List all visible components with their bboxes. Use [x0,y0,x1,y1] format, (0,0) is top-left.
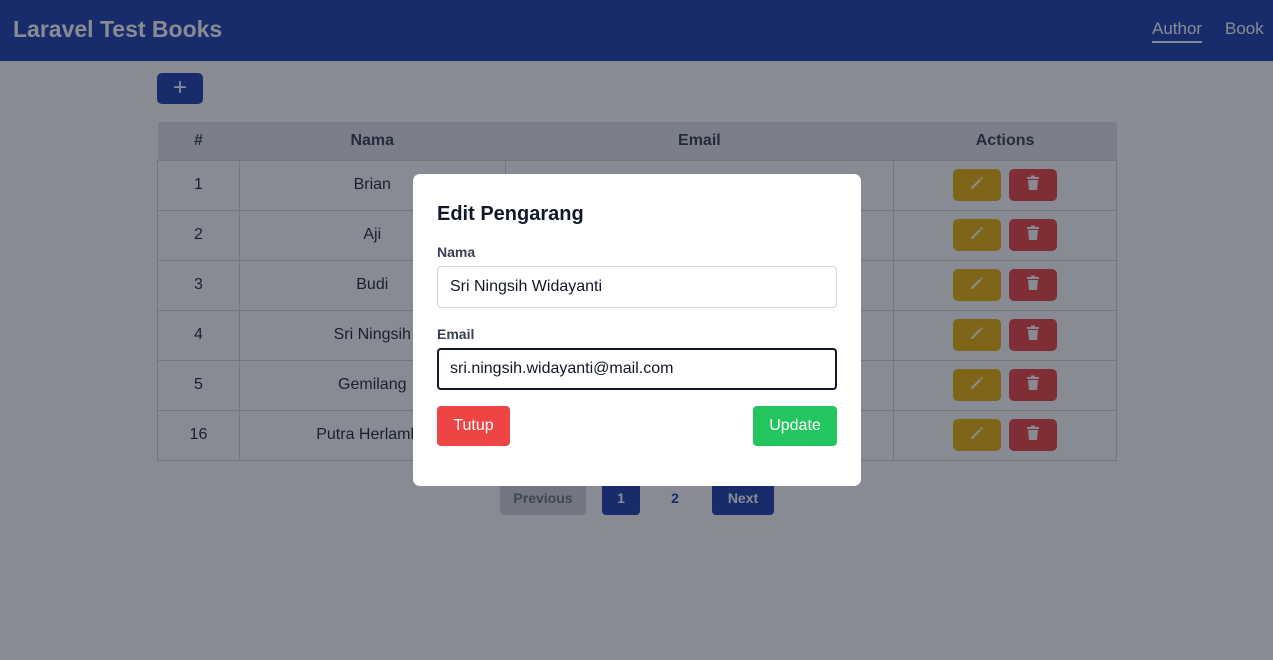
email-input[interactable] [437,348,837,390]
email-label: Email [437,326,475,342]
nama-label: Nama [437,244,476,260]
nama-input[interactable] [437,266,837,308]
update-button[interactable]: Update [753,406,837,446]
edit-author-modal: Edit Pengarang Nama Email Tutup Update [413,174,861,486]
modal-title: Edit Pengarang [437,203,584,225]
close-button[interactable]: Tutup [437,406,510,446]
